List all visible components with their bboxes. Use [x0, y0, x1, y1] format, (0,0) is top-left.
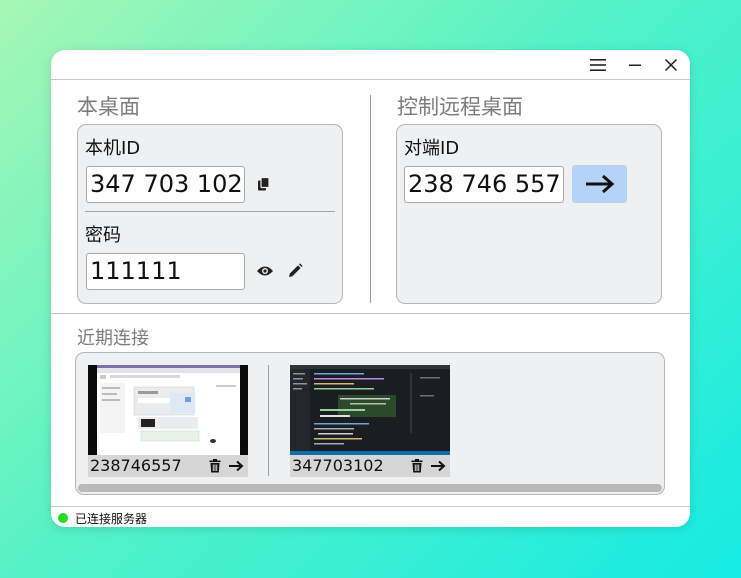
connect-recent-button[interactable]: [429, 457, 447, 475]
minimize-icon: [629, 64, 641, 66]
recent-card-id: 238746557: [90, 456, 182, 475]
recent-horizontal-scrollbar[interactable]: [78, 484, 662, 492]
recent-card-footer: 238746557: [88, 455, 248, 477]
status-text: 已连接服务器: [75, 512, 148, 526]
close-button[interactable]: [659, 55, 683, 75]
status-bar: 已连接服务器: [51, 506, 690, 527]
trash-icon: [209, 459, 221, 473]
password-field[interactable]: 111111: [86, 253, 245, 290]
arrow-right-icon: [229, 460, 244, 472]
remote-screenshot-thumbnail: [88, 365, 248, 455]
recent-card-divider: [268, 365, 269, 476]
local-panel-divider: [85, 211, 335, 212]
section-divider: [370, 95, 371, 303]
remote-id-input[interactable]: 238 746 557: [404, 166, 564, 203]
title-bar: [51, 50, 690, 80]
recent-card-footer: 347703102: [290, 455, 450, 477]
recent-title: 近期连接: [77, 328, 149, 349]
local-section-title: 本桌面: [77, 95, 140, 119]
pencil-icon: [289, 263, 303, 277]
main-divider: [51, 313, 690, 314]
connect-button[interactable]: [572, 165, 627, 203]
eye-icon: [257, 266, 273, 276]
menu-icon: [590, 59, 606, 71]
recent-card[interactable]: 238746557: [88, 365, 248, 477]
copy-icon: [258, 176, 270, 190]
status-indicator-dot: [58, 513, 68, 523]
remote-screenshot-thumbnail: [290, 365, 450, 455]
recent-panel: 238746557 347703102: [75, 352, 665, 495]
local-id-label: 本机ID: [85, 138, 141, 159]
local-id-field[interactable]: 347 703 102: [86, 166, 245, 203]
remote-id-label: 对端ID: [404, 138, 460, 159]
trash-icon: [411, 459, 423, 473]
recent-card-id: 347703102: [292, 456, 384, 475]
menu-button[interactable]: [586, 55, 610, 75]
minimize-button[interactable]: [623, 55, 647, 75]
copy-id-button[interactable]: [254, 174, 274, 194]
connect-recent-button[interactable]: [227, 457, 245, 475]
password-label: 密码: [85, 225, 121, 246]
close-icon: [664, 58, 678, 72]
local-panel: 本机ID 347 703 102 密码 111111: [77, 124, 343, 304]
edit-password-button[interactable]: [284, 260, 306, 282]
app-window: 本桌面 本机ID 347 703 102 密码 111111 控制远程桌面 对端…: [51, 50, 690, 527]
show-password-button[interactable]: [254, 260, 276, 282]
recent-card[interactable]: 347703102: [290, 365, 450, 477]
arrow-right-icon: [431, 460, 446, 472]
remote-panel: 对端ID 238 746 557: [396, 124, 662, 304]
delete-recent-button[interactable]: [206, 457, 224, 475]
remote-section-title: 控制远程桌面: [397, 95, 523, 119]
delete-recent-button[interactable]: [408, 457, 426, 475]
arrow-right-icon: [585, 174, 614, 194]
